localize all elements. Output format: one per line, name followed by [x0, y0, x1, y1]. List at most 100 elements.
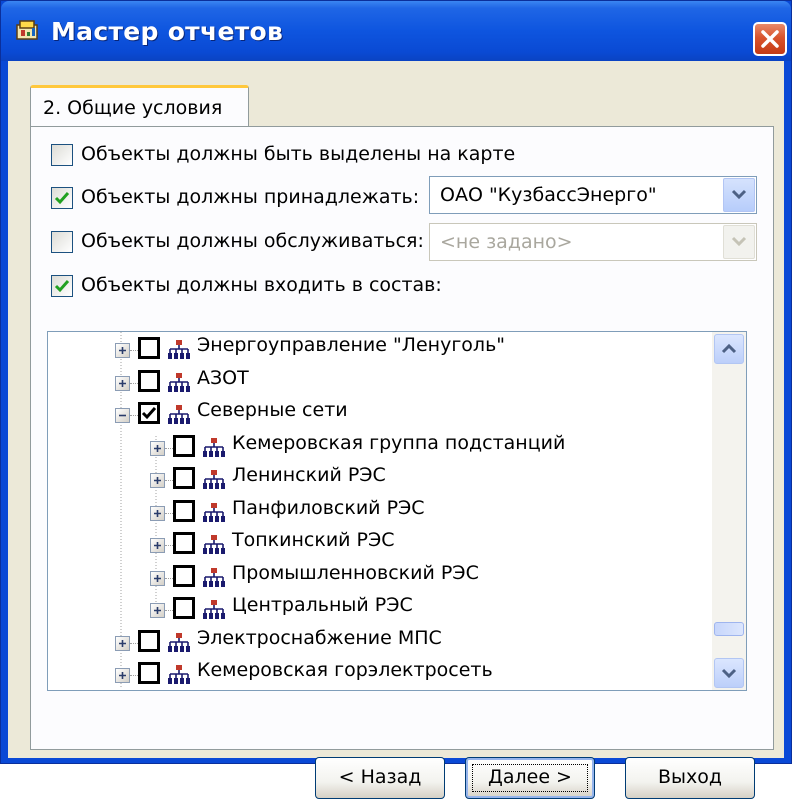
tree-node[interactable]: Промышленновский РЭС — [150, 562, 710, 594]
close-icon — [761, 30, 779, 48]
expand-toggle[interactable] — [150, 538, 165, 553]
tree-scrollbar[interactable] — [712, 332, 746, 690]
org-structure-icon — [203, 535, 225, 554]
tree-node-checkbox[interactable] — [173, 564, 195, 587]
checkmark-icon — [54, 192, 70, 205]
tree-connector — [130, 415, 138, 416]
expand-toggle[interactable] — [115, 635, 130, 651]
tree-node-label: Ленинский РЭС — [232, 464, 386, 486]
close-button[interactable] — [753, 22, 787, 56]
exit-button[interactable]: Выход — [625, 757, 755, 799]
tree-connector — [165, 447, 173, 449]
next-button[interactable]: Далее > — [465, 757, 595, 799]
plus-icon — [154, 607, 161, 614]
tree-connector — [165, 512, 173, 514]
option-label: Объекты должны быть выделены на карте — [81, 143, 516, 165]
tab-label: 2. Общие условия — [43, 97, 223, 119]
plus-icon — [119, 347, 126, 354]
checkbox-selected-on-map[interactable] — [51, 144, 73, 166]
tree-node-label: Электроснабжение МПС — [197, 626, 442, 649]
chevron-down-icon — [731, 236, 747, 247]
chevron-up-icon — [721, 343, 737, 354]
tree-node[interactable]: Центральный РЭС — [150, 594, 710, 626]
tree-node-checkbox[interactable] — [138, 662, 160, 684]
org-structure-icon — [203, 502, 225, 522]
plus-icon — [154, 444, 161, 452]
plus-icon — [119, 379, 126, 387]
tree-connector — [165, 480, 173, 481]
tree-node-checkbox[interactable] — [173, 532, 195, 554]
tree-node-checkbox[interactable] — [138, 629, 160, 652]
tree-connector — [165, 545, 173, 546]
tree-node-checkbox[interactable] — [173, 597, 195, 619]
checkbox-serviced-by[interactable] — [51, 231, 73, 253]
tree-node[interactable]: Энергоуправление "Ленуголь" — [115, 334, 675, 366]
expand-toggle[interactable] — [150, 570, 165, 586]
tab-general-conditions[interactable]: 2. Общие условия — [30, 85, 249, 127]
owner-select[interactable]: ОАО "КузбассЭнерго" — [429, 176, 757, 214]
owner-dropdown-button[interactable] — [723, 178, 755, 212]
tree-node-checkbox[interactable] — [173, 467, 195, 489]
report-wizard-icon — [16, 20, 38, 40]
tree-node-label: Северные сети — [197, 399, 348, 421]
dialog-client-area: 2. Общие условия Объекты должны быть выд… — [8, 61, 784, 799]
checkmark-icon — [54, 280, 70, 293]
back-button[interactable]: < Назад — [315, 757, 445, 799]
expand-toggle[interactable] — [150, 440, 165, 456]
tree-node[interactable]: Электроснабжение МПС — [115, 627, 675, 659]
tree-node-checkbox[interactable] — [138, 369, 160, 392]
tree-node-checkbox[interactable] — [138, 337, 160, 359]
tree-node[interactable]: Кемеровская горэлектросеть — [115, 659, 675, 690]
tree-node-label: Энергоуправление "Ленуголь" — [197, 334, 506, 356]
scroll-down-button[interactable] — [714, 658, 744, 688]
tree-node-checkbox[interactable] — [173, 434, 195, 457]
expand-toggle[interactable] — [150, 505, 165, 521]
focus-rect — [472, 764, 588, 792]
tree-connector — [130, 675, 138, 676]
tree-node-label: Промышленновский РЭС — [232, 561, 479, 584]
expand-toggle[interactable] — [150, 473, 165, 488]
tree-node[interactable]: Топкинский РЭС — [150, 529, 710, 561]
tree-node-label: Панфиловский РЭС — [232, 496, 425, 519]
minus-icon — [119, 414, 126, 417]
title-bar[interactable]: Мастер отчетов — [1, 1, 791, 61]
tree-node-checkbox[interactable] — [138, 402, 160, 424]
service-select[interactable]: <не задано> — [429, 223, 757, 261]
collapse-toggle[interactable] — [115, 408, 130, 423]
org-structure-icon — [168, 340, 190, 359]
chevron-down-icon — [731, 189, 747, 200]
checkbox-part-of[interactable] — [51, 275, 73, 297]
plus-icon — [154, 509, 161, 517]
org-structure-icon — [168, 632, 190, 652]
tree-node[interactable]: Северные сети — [115, 399, 675, 431]
org-structure-icon — [168, 665, 190, 684]
checkbox-belong-to[interactable] — [51, 187, 73, 209]
tree-node-label: Кемеровская группа подстанций — [232, 431, 566, 454]
org-structure-icon — [203, 567, 225, 587]
plus-icon — [154, 542, 161, 549]
tree-connector — [165, 610, 173, 611]
plus-icon — [119, 639, 126, 647]
tree-connector — [130, 642, 138, 644]
service-dropdown-button[interactable] — [723, 225, 755, 259]
option-label: Объекты должны принадлежать: — [81, 186, 420, 208]
tree-node-label: Топкинский РЭС — [232, 529, 395, 551]
tree-node-checkbox[interactable] — [173, 499, 195, 522]
organization-tree[interactable]: Энергоуправление "Ленуголь" АЗОТ Северные … — [47, 331, 747, 691]
tree-node[interactable]: Ленинский РЭС — [150, 464, 710, 496]
option-label: Объекты должны входить в состав: — [81, 274, 442, 296]
tree-node-label: Центральный РЭС — [232, 594, 413, 616]
scroll-thumb[interactable] — [714, 622, 744, 636]
tree-node[interactable]: АЗОТ — [115, 367, 675, 399]
expand-toggle[interactable] — [115, 343, 130, 358]
plus-icon — [154, 477, 161, 484]
scroll-up-button[interactable] — [714, 334, 744, 364]
tree-node[interactable]: Панфиловский РЭС — [150, 497, 710, 529]
expand-toggle[interactable] — [150, 603, 165, 618]
expand-toggle[interactable] — [115, 375, 130, 391]
chevron-down-icon — [721, 668, 737, 679]
expand-toggle[interactable] — [115, 668, 130, 683]
tree-connector — [130, 382, 138, 384]
option-label: Объекты должны обслуживаться: — [81, 230, 424, 252]
tree-node[interactable]: Кемеровская группа подстанций — [150, 432, 710, 464]
